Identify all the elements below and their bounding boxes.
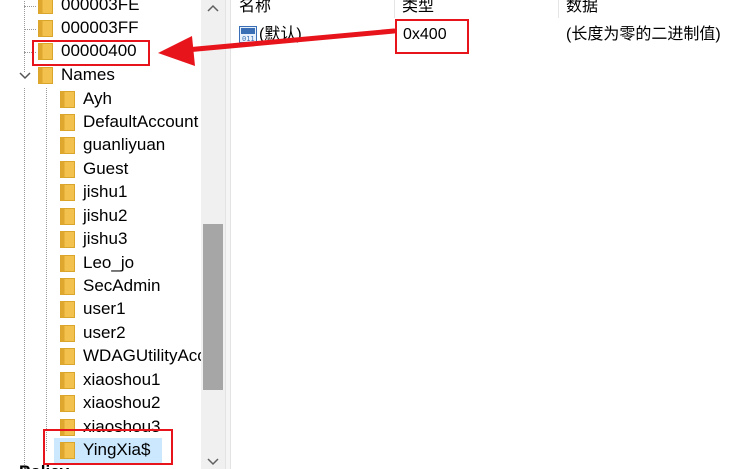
tree-item-label: xiaoshou3 [83,417,161,436]
tree-item-label: xiaoshou2 [83,393,161,412]
tree-item-label: user2 [83,323,126,342]
folder-icon [60,91,75,108]
folder-icon [60,301,75,318]
tree-item-label: Names [61,65,115,84]
folder-icon [60,184,75,201]
tree-item-label: Leo_jo [83,253,135,272]
folder-icon [60,442,75,459]
folder-icon [60,278,75,295]
folder-icon [60,161,75,178]
folder-icon [60,348,75,365]
tree-item-label: Guest [83,159,129,178]
tree-guide-line [24,6,36,7]
folder-icon [60,419,75,436]
value-type: 0x400 [403,26,447,43]
tree-guide-line [24,0,25,72]
tree-item-label: Policy [19,461,69,469]
svg-text:011: 011 [242,35,255,43]
registry-key-tree[interactable]: 000003FE 000003FF 00000400 Names Ayh Def… [0,0,201,469]
scroll-up-arrow-icon[interactable] [201,0,225,17]
tree-item-names[interactable]: Names [0,64,200,87]
tree-guide-line [24,52,36,53]
tree-item-label: jishu1 [83,182,128,201]
registry-values-list[interactable]: 名称 类型 数据 011 (默认) 0x400 (长度为零的二进制值) [231,0,751,469]
tree-item-label: Ayh [83,89,112,108]
tree-item-label: xiaoshou1 [83,370,161,389]
folder-icon [60,372,75,389]
folder-icon [60,137,75,154]
tree-item-label: 000003FF [61,18,139,37]
folder-icon [60,395,75,412]
tree-item-label: DefaultAccount [83,112,199,131]
registry-editor-window: 000003FE 000003FF 00000400 Names Ayh Def… [0,0,751,469]
tree-item-policy[interactable]: Policy [0,461,200,469]
chevron-down-icon[interactable] [18,69,32,83]
tree-item-label: 00000400 [61,41,137,60]
folder-icon [60,325,75,342]
tree-guide-line [46,88,47,451]
folder-icon [38,43,53,60]
folder-icon [38,20,53,37]
value-row[interactable]: 011 (默认) 0x400 (长度为零的二进制值) [231,0,751,48]
tree-item-label: 000003FE [61,0,140,14]
folder-icon [60,114,75,131]
tree-guide-line [24,88,25,469]
folder-icon [60,231,75,248]
tree-item-label: WDAGUtilityAccount [83,346,201,365]
tree-vertical-scrollbar[interactable] [201,0,225,469]
value-name: (默认) [259,26,302,43]
scroll-down-arrow-icon[interactable] [201,455,225,469]
tree-guide-line [24,29,36,30]
tree-item-label: user1 [83,299,126,318]
folder-icon [38,67,53,84]
scroll-thumb[interactable] [203,224,223,390]
folder-icon [60,208,75,225]
folder-icon [60,255,75,272]
tree-item-label: YingXia$ [83,440,151,459]
tree-item-label: SecAdmin [83,276,161,295]
tree-item-label: jishu3 [83,229,128,248]
folder-icon [38,0,53,14]
value-data: (长度为零的二进制值) [566,26,721,43]
binary-value-icon: 011 [239,26,257,43]
tree-item-label: guanliyuan [83,135,166,154]
tree-item-label: jishu2 [83,206,128,225]
